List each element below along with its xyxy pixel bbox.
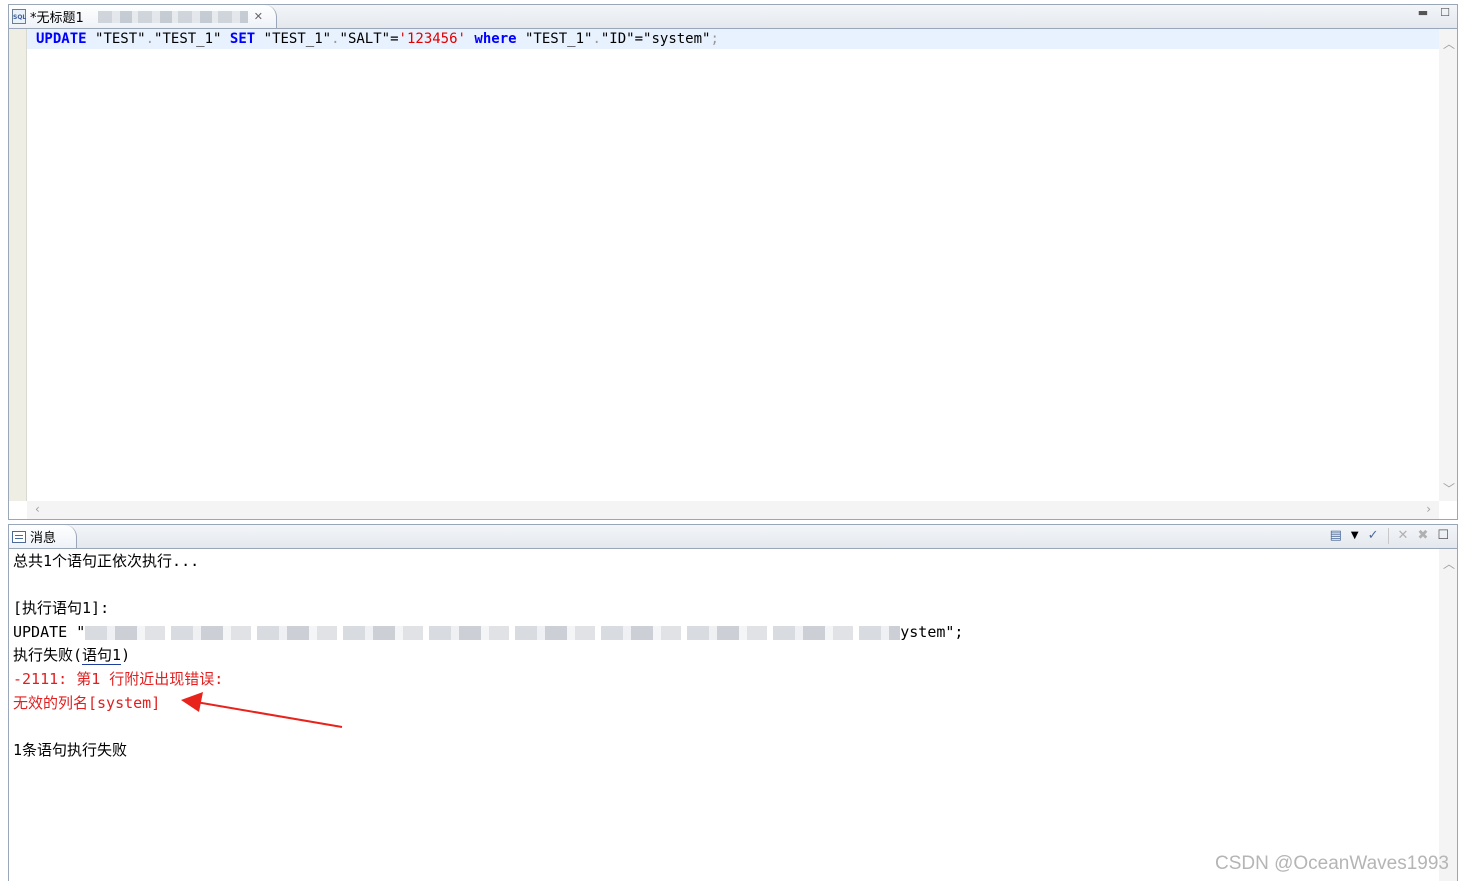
message-line: [执行语句1]: — [13, 599, 110, 617]
messages-pane: 消息 ▤ ▼ ✓ ✕ ✖ ☐ 总共1个语句正依次执行... [执行语句1]: U… — [8, 524, 1458, 881]
scroll-left-icon[interactable]: ‹ — [35, 502, 40, 516]
message-line-status: 执行失败(语句1) — [13, 645, 130, 665]
scroll-right-icon[interactable]: › — [1426, 502, 1431, 516]
identifier-column-id: "ID" — [600, 31, 635, 47]
identifier-table-ref: "TEST_1" — [263, 31, 332, 47]
editor-window-controls: ▬ ☐ — [1417, 7, 1451, 19]
scroll-up-icon[interactable]: ︿ — [1443, 555, 1455, 572]
minimize-icon[interactable]: ▬ — [1417, 7, 1429, 19]
scroll-down-icon[interactable]: ﹀ — [1443, 480, 1455, 497]
remove-all-icon[interactable]: ✖ — [1417, 528, 1428, 544]
view-menu-icon[interactable]: ▤ — [1330, 528, 1342, 544]
clear-console-icon[interactable]: ✓ — [1368, 528, 1379, 544]
sql-editor-pane: SQL *无标题1 ✕ ▬ ☐ UPDATE "TEST"."TEST_1" S… — [8, 4, 1458, 520]
redacted-statement — [85, 625, 901, 640]
redacted-tab-text — [97, 10, 248, 23]
sql-file-icon: SQL — [12, 9, 26, 24]
message-line: 总共1个语句正依次执行... — [13, 552, 200, 570]
statement-suffix: ystem"; — [900, 623, 964, 641]
messages-toolbar: ▤ ▼ ✓ ✕ ✖ ☐ — [1330, 528, 1449, 544]
identifier-table: "TEST_1" — [154, 31, 222, 47]
operator-equals: = — [390, 31, 399, 47]
identifier-column-salt: "SALT" — [339, 31, 391, 47]
message-line-statement: UPDATE " ystem"; — [13, 622, 963, 642]
error-message-line: 无效的列名[system] — [13, 694, 161, 712]
maximize-icon[interactable]: ☐ — [1437, 528, 1449, 544]
statement-prefix: UPDATE " — [13, 623, 86, 641]
messages-tab[interactable]: 消息 — [9, 525, 77, 548]
semicolon: ; — [710, 31, 719, 47]
operator-equals-2: = — [634, 31, 644, 47]
string-literal: '123456' — [398, 31, 466, 47]
scroll-up-icon[interactable]: ︿ — [1443, 35, 1455, 52]
summary-line: 1条语句执行失败 — [13, 741, 128, 759]
message-icon — [12, 530, 26, 543]
watermark: CSDN @OceanWaves1993 — [1214, 853, 1449, 874]
messages-tab-title: 消息 — [30, 531, 57, 546]
status-suffix: ) — [121, 646, 131, 664]
error-code-line: -2111: 第1 行附近出现错误: — [13, 670, 224, 688]
editor-vertical-scrollbar[interactable]: ︿ ﹀ — [1439, 29, 1457, 501]
identifier-schema: "TEST" — [95, 31, 146, 47]
identifier-table-ref-2: "TEST_1" — [525, 31, 593, 47]
statement-link[interactable]: 语句1 — [82, 646, 122, 665]
remove-icon[interactable]: ✕ — [1398, 528, 1409, 544]
editor-tab-title: *无标题1 — [30, 11, 84, 26]
editor-tab-bar: SQL *无标题1 ✕ ▬ ☐ — [9, 5, 1457, 29]
messages-tab-bar: 消息 ▤ ▼ ✓ ✕ ✖ ☐ — [9, 525, 1457, 549]
keyword-set: SET — [229, 31, 256, 47]
keyword-update: UPDATE — [36, 31, 87, 47]
editor-horizontal-scrollbar[interactable]: ‹ › — [27, 501, 1439, 519]
maximize-icon[interactable]: ☐ — [1439, 7, 1451, 19]
line-gutter — [9, 29, 27, 501]
status-prefix: 执行失败( — [13, 646, 83, 664]
sql-code-line[interactable]: UPDATE "TEST"."TEST_1" SET "TEST_1"."SAL… — [27, 29, 1439, 49]
dropdown-arrow-icon[interactable]: ▼ — [1351, 528, 1359, 544]
messages-vertical-scrollbar[interactable]: ︿ — [1439, 549, 1457, 881]
identifier-system: "system" — [643, 31, 711, 47]
close-icon[interactable]: ✕ — [254, 10, 263, 23]
toolbar-divider — [1387, 528, 1389, 544]
editor-tab[interactable]: SQL *无标题1 ✕ — [9, 5, 277, 28]
messages-output: 总共1个语句正依次执行... [执行语句1]: UPDATE " ystem"; … — [13, 549, 1435, 881]
keyword-where: where — [474, 31, 517, 47]
